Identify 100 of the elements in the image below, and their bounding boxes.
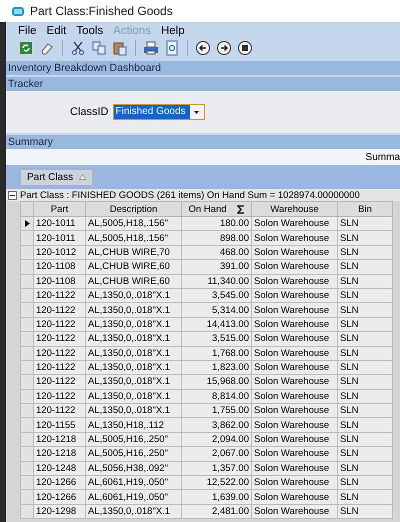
bin-cell: SLN <box>338 274 392 288</box>
warehouse-cell: Solon Warehouse <box>252 461 338 476</box>
warehouse-cell: Solon Warehouse <box>252 504 338 519</box>
description-cell: AL,1350,0,.018"X.1 <box>86 332 182 346</box>
description-cell: AL,CHUB WIRE,70 <box>86 245 182 260</box>
description-cell: AL,1350,0,.018"X.1 <box>86 346 182 360</box>
description-cell: AL,1350,H18,.112 <box>86 418 182 432</box>
bin-cell: SLN <box>338 360 392 375</box>
description-cell: AL,1350,0,.018"X.1 <box>86 360 182 375</box>
part-cell: 120-1122 <box>34 374 86 390</box>
description-cell: AL,CHUB WIRE,60 <box>86 260 182 274</box>
sort-icon <box>79 174 86 180</box>
part-cell: 120-1108 <box>34 260 86 274</box>
bin-cell: SLN <box>338 245 392 260</box>
menu-item[interactable]: Edit <box>46 25 66 37</box>
bin-cell: SLN <box>338 302 392 318</box>
part-cell: 120-1011 <box>34 216 86 231</box>
on-hand-cell: 3,515.00 <box>182 332 252 346</box>
part-cell: 120-1122 <box>34 389 86 404</box>
on-hand-cell: 2,067.00 <box>182 446 252 462</box>
on-hand-cell: 468.00 <box>182 245 252 260</box>
on-hand-cell: 3,545.00 <box>182 288 252 303</box>
part-cell: 120-1218 <box>34 432 86 447</box>
caret-icon <box>194 110 200 114</box>
preview-icon[interactable] <box>164 40 180 56</box>
part-cell: 120-1266 <box>34 476 86 490</box>
paste-icon[interactable] <box>112 40 128 56</box>
tracker-header: Tracker <box>6 77 400 91</box>
warehouse-cell: Solon Warehouse <box>252 288 338 303</box>
description-cell: AL,5005,H16,.250" <box>86 446 182 462</box>
part-cell: 120-1298 <box>34 504 86 519</box>
refresh-icon[interactable] <box>18 40 34 56</box>
warehouse-cell: Solon Warehouse <box>252 374 338 390</box>
description-cell: AL,1350,0,.018"X.1 <box>86 317 182 332</box>
warehouse-cell: Solon Warehouse <box>252 332 338 346</box>
part-cell: 120-1122 <box>34 317 86 332</box>
group-row: Part Class : FINISHED GOODS (261 items) On Hand Sum = 1028974.00000000 <box>20 190 360 200</box>
on-hand-cell: 898.00 <box>182 230 252 246</box>
on-hand-cell: 8,814.00 <box>182 389 252 404</box>
bin-cell: SLN <box>338 389 392 404</box>
on-hand-cell: 5,314.00 <box>182 302 252 318</box>
bin-cell: SLN <box>338 446 392 462</box>
warehouse-cell: Solon Warehouse <box>252 490 338 504</box>
column-header[interactable]: Bin <box>338 202 392 216</box>
bin-cell: SLN <box>338 490 392 504</box>
on-hand-cell: 1,755.00 <box>182 404 252 418</box>
warehouse-cell: Solon Warehouse <box>252 245 338 260</box>
summary-caption: Summa <box>366 152 400 162</box>
warehouse-cell: Solon Warehouse <box>252 389 338 404</box>
on-hand-cell: 180.00 <box>182 216 252 231</box>
on-hand-cell: 12,522.00 <box>182 476 252 490</box>
menu-item[interactable]: File <box>18 25 37 37</box>
bin-cell: SLN <box>338 317 392 332</box>
warehouse-cell: Solon Warehouse <box>252 476 338 490</box>
description-cell: AL,1350,0,.018"X.1 <box>86 404 182 418</box>
bin-cell: SLN <box>338 404 392 418</box>
menu-item[interactable]: Help <box>160 25 185 37</box>
warehouse-cell: Solon Warehouse <box>252 346 338 360</box>
classid-dropdown[interactable]: Finished Goods <box>112 104 205 120</box>
bin-cell: SLN <box>338 504 392 519</box>
warehouse-cell: Solon Warehouse <box>252 274 338 288</box>
description-cell: AL,1350,0,.018"X.1 <box>86 389 182 404</box>
cut-icon[interactable] <box>70 40 86 56</box>
column-header[interactable]: On Hand <box>182 202 252 216</box>
warehouse-cell: Solon Warehouse <box>252 216 338 231</box>
part-cell: 120-1122 <box>34 360 86 375</box>
part-cell: 120-1122 <box>34 288 86 303</box>
on-hand-cell: 3,862.00 <box>182 418 252 432</box>
on-hand-cell: 1,768.00 <box>182 346 252 360</box>
bin-cell: SLN <box>338 260 392 274</box>
description-cell: AL,5005,H16,.250" <box>86 432 182 447</box>
description-cell: AL,6061,H19,.050" <box>86 476 182 490</box>
on-hand-cell: 1,639.00 <box>182 490 252 504</box>
part-cell: 120-1266 <box>34 490 86 504</box>
group-by-chip[interactable]: Part Class <box>20 168 94 186</box>
on-hand-cell: 2,094.00 <box>182 432 252 447</box>
description-cell: AL,1350,0,.018"X.1 <box>86 288 182 303</box>
column-header[interactable]: Description <box>86 202 182 216</box>
forward-icon[interactable] <box>216 40 232 56</box>
description-cell: AL,5005,H18,.156" <box>86 216 182 231</box>
on-hand-cell: 11,340.00 <box>182 274 252 288</box>
description-cell: AL,5056,H38,.092" <box>86 461 182 476</box>
column-header[interactable]: Warehouse <box>252 202 338 216</box>
on-hand-cell: 1,357.00 <box>182 461 252 476</box>
print-icon[interactable] <box>143 40 159 56</box>
warehouse-cell: Solon Warehouse <box>252 260 338 274</box>
warehouse-cell: Solon Warehouse <box>252 432 338 447</box>
summary-header: Summary <box>6 135 400 149</box>
menu-item[interactable]: Tools <box>76 25 104 37</box>
description-cell: AL,1350,0,.018"X.1 <box>86 504 182 519</box>
copy-icon[interactable] <box>91 40 107 56</box>
part-cell: 120-1122 <box>34 346 86 360</box>
on-hand-cell: 15,968.00 <box>182 374 252 390</box>
warehouse-cell: Solon Warehouse <box>252 418 338 432</box>
bin-cell: SLN <box>338 230 392 246</box>
stop-icon[interactable] <box>237 40 253 56</box>
collapse-icon[interactable] <box>8 190 17 200</box>
back-icon[interactable] <box>195 40 211 56</box>
column-header[interactable]: Part <box>34 202 86 216</box>
description-cell: AL,CHUB WIRE,60 <box>86 274 182 288</box>
